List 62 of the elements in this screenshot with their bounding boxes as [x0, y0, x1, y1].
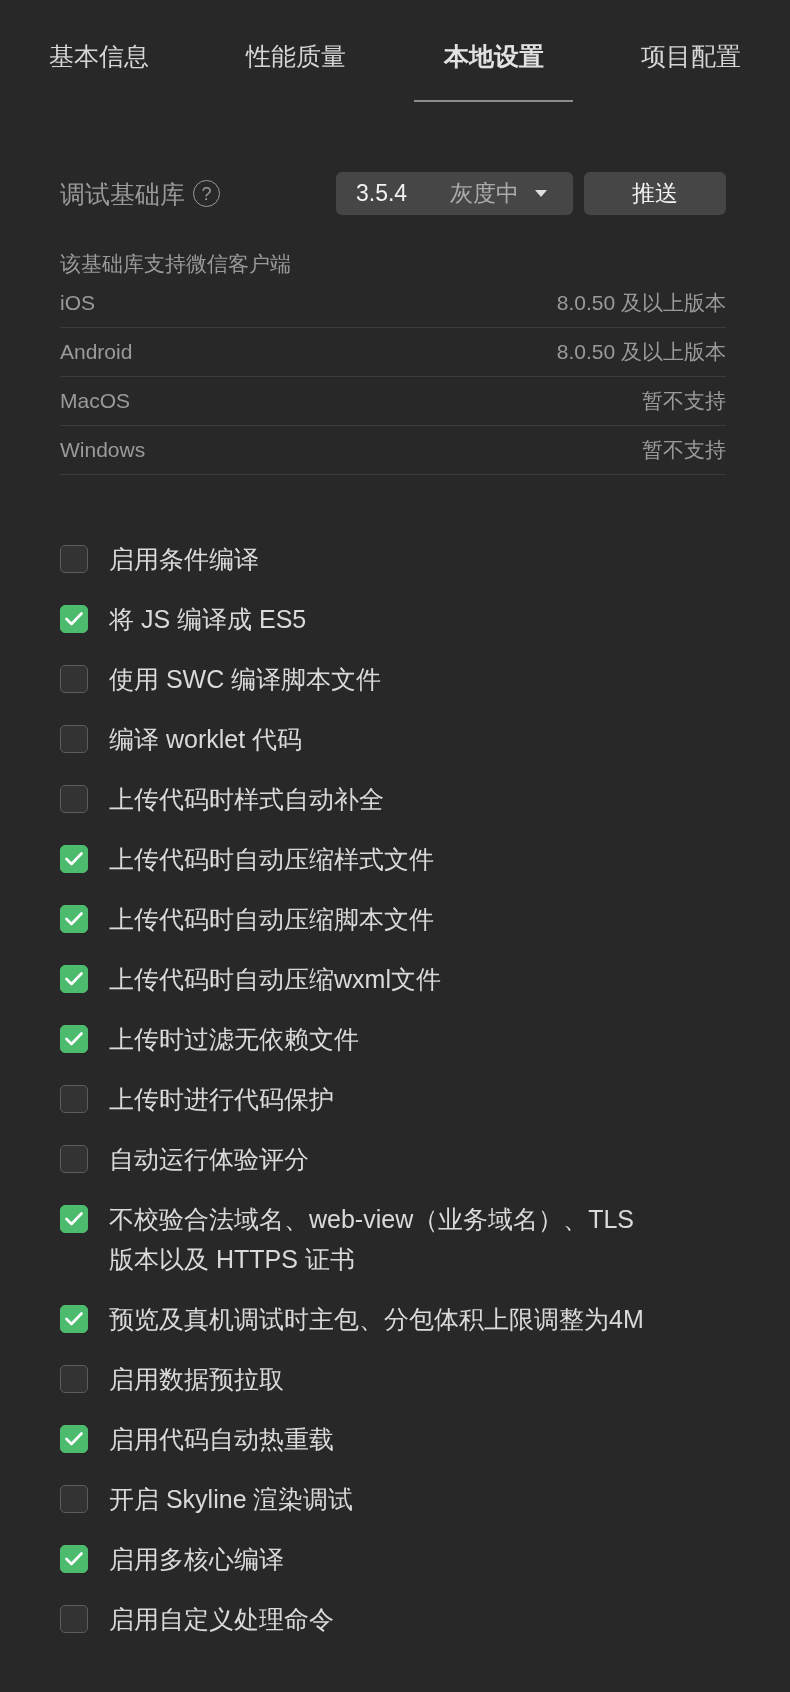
- option-label: 上传时过滤无依赖文件: [109, 1024, 359, 1055]
- platform-name: Windows: [60, 437, 146, 464]
- option-label: 启用自定义处理命令: [109, 1604, 334, 1635]
- checkmark-icon: [65, 1552, 83, 1566]
- option-label: 上传代码时自动压缩样式文件: [109, 844, 434, 875]
- checkbox[interactable]: [60, 665, 88, 693]
- checkbox[interactable]: [60, 785, 88, 813]
- checkmark-icon: [65, 972, 83, 986]
- option-label: 启用条件编译: [109, 544, 259, 575]
- version-select[interactable]: 3.5.4 灰度中: [336, 172, 573, 215]
- option-label: 使用 SWC 编译脚本文件: [109, 664, 382, 695]
- platform-name: MacOS: [60, 388, 130, 415]
- version-requirement: 8.0.50 及以上版本: [556, 290, 726, 317]
- checkbox[interactable]: [60, 1365, 88, 1393]
- checkmark-icon: [65, 612, 83, 626]
- support-heading: 该基础库支持微信客户端: [60, 251, 292, 277]
- checkmark-icon: [65, 912, 83, 926]
- checkbox[interactable]: [60, 1205, 88, 1233]
- checkmark-icon: [65, 1432, 83, 1446]
- option-label: 自动运行体验评分: [109, 1144, 309, 1175]
- checkbox[interactable]: [60, 845, 88, 873]
- version-requirement: 8.0.50 及以上版本: [556, 339, 726, 366]
- checkmark-icon: [65, 1312, 83, 1326]
- platform-name: iOS: [60, 290, 95, 317]
- push-button[interactable]: 推送: [584, 172, 726, 215]
- setting-label: 调试基础库: [60, 178, 185, 210]
- option-label: 不校验合法域名、web-view（业务域名）、TLS 版本以及 HTTPS 证书: [109, 1204, 636, 1275]
- tab[interactable]: 本地设置: [395, 0, 593, 103]
- checkbox[interactable]: [60, 605, 88, 633]
- caret-icon: [535, 190, 547, 197]
- option-label: 启用代码自动热重载: [109, 1424, 334, 1455]
- option-label: 上传代码时自动压缩脚本文件: [109, 904, 434, 935]
- checkbox[interactable]: [60, 1425, 88, 1453]
- checkbox[interactable]: [60, 1085, 88, 1113]
- option-label: 将 JS 编译成 ES5: [109, 604, 307, 635]
- checkbox[interactable]: [60, 1025, 88, 1053]
- tab[interactable]: 基本信息: [0, 0, 198, 103]
- checkbox[interactable]: [60, 1605, 88, 1633]
- checkmark-icon: [65, 1032, 83, 1046]
- option-label: 启用多核心编译: [109, 1544, 284, 1575]
- option-label: 开启 Skyline 渲染调试: [109, 1484, 354, 1515]
- option-label: 上传时进行代码保护: [109, 1084, 334, 1115]
- checkbox[interactable]: [60, 725, 88, 753]
- option-label: 上传代码时样式自动补全: [109, 784, 384, 815]
- platform-name: Android: [60, 339, 133, 366]
- checkbox[interactable]: [60, 1305, 88, 1333]
- checkbox[interactable]: [60, 1485, 88, 1513]
- checkmark-icon: [65, 852, 83, 866]
- checkbox[interactable]: [60, 965, 88, 993]
- version-requirement: 暂不支持: [642, 437, 726, 464]
- tab[interactable]: 性能质量: [197, 0, 395, 103]
- checkbox[interactable]: [60, 1545, 88, 1573]
- checkbox[interactable]: [60, 545, 88, 573]
- option-label: 上传代码时自动压缩wxml文件: [109, 964, 441, 995]
- checkmark-icon: [65, 1212, 83, 1226]
- tab[interactable]: 项目配置: [592, 0, 790, 103]
- version-requirement: 暂不支持: [642, 388, 726, 415]
- checkbox[interactable]: [60, 905, 88, 933]
- checkbox[interactable]: [60, 1145, 88, 1173]
- option-label: 编译 worklet 代码: [109, 724, 303, 755]
- option-label: 预览及真机调试时主包、分包体积上限调整为4M: [109, 1304, 644, 1335]
- option-label: 启用数据预拉取: [109, 1364, 284, 1395]
